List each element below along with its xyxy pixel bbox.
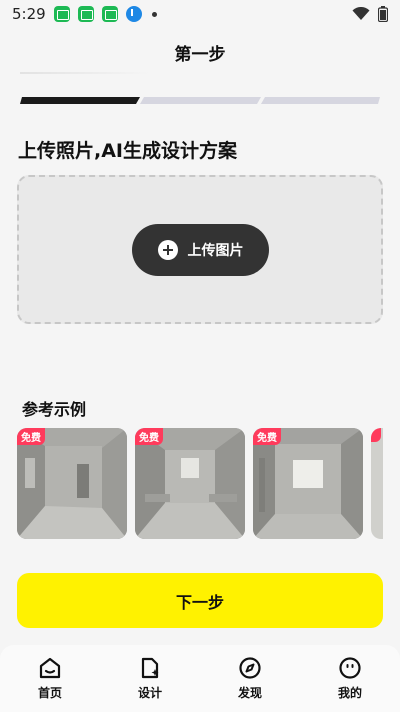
nav-label: 首页 [37,686,62,700]
nav-label: 设计 [137,686,162,700]
progress-step-3 [261,97,380,104]
bottom-nav: 首页 设计 发现 我的 [0,645,400,712]
wifi-icon [352,7,370,20]
status-indicators [352,6,388,22]
notification-app-icon [53,6,70,22]
notification-app-icon [77,6,94,22]
upload-heading: 上传照片,AI生成设计方案 [18,140,237,162]
download-icon [125,6,142,22]
progress-step-2 [140,97,261,104]
example-card[interactable]: 免费 [253,428,363,539]
progress-step-1 [20,97,140,104]
home-icon [39,657,61,679]
example-card[interactable]: 免费 [135,428,245,539]
step-progress [20,97,380,105]
compass-icon [239,657,261,679]
next-step-button[interactable]: 下一步 [17,573,383,628]
upload-image-button[interactable]: 上传图片 [132,224,269,276]
header-divider [20,72,150,74]
nav-item-profile[interactable]: 我的 [310,656,390,701]
status-bar: 5:29 [0,0,400,28]
free-badge: 免费 [135,428,163,445]
battery-icon [378,6,388,22]
plus-icon [157,240,178,260]
free-badge: 免费 [253,428,281,445]
example-card[interactable] [371,428,383,539]
nav-item-discover[interactable]: 发现 [210,656,290,701]
nav-label: 我的 [337,686,362,700]
nav-label: 发现 [237,686,262,700]
nav-item-design[interactable]: 设计 [110,656,190,701]
smile-icon [339,657,361,679]
examples-heading: 参考示例 [22,400,87,419]
free-badge: 免费 [17,428,45,445]
free-badge-partial [371,428,381,442]
example-card[interactable]: 免费 [17,428,127,539]
examples-carousel[interactable]: 免费 免费 免费 [17,428,383,540]
notification-app-icon [101,6,118,22]
more-notifications-dot-icon [151,11,157,17]
upload-button-label: 上传图片 [187,243,244,259]
status-time: 5:29 [12,5,46,23]
nav-item-home[interactable]: 首页 [10,656,90,701]
design-icon [141,657,159,679]
page-title: 第一步 [174,45,226,65]
